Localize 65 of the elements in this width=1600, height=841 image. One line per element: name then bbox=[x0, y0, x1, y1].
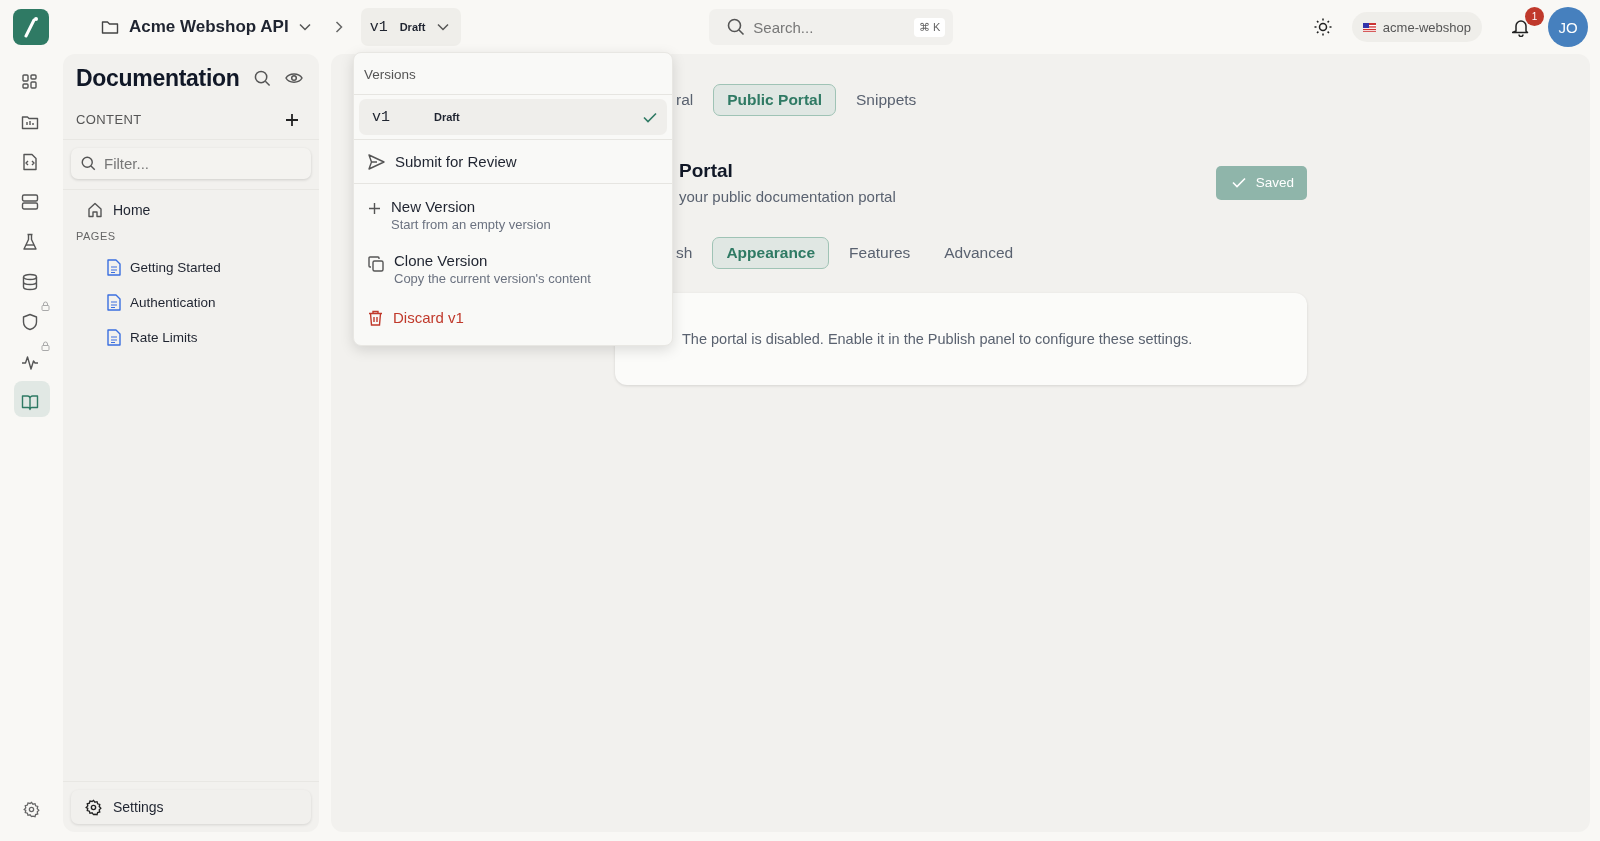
version-option[interactable]: v1 Draft bbox=[359, 99, 667, 135]
page-subtitle: your public documentation portal bbox=[679, 188, 896, 205]
search-icon bbox=[81, 156, 96, 171]
copy-icon bbox=[368, 256, 384, 272]
activity-icon bbox=[20, 353, 39, 371]
app-logo[interactable] bbox=[13, 9, 49, 45]
document-icon bbox=[107, 294, 121, 311]
chevron-down-icon bbox=[298, 23, 311, 31]
page-link[interactable]: Getting Started bbox=[63, 250, 319, 285]
code-file-icon bbox=[20, 153, 39, 171]
tab[interactable]: Public Portal bbox=[713, 84, 836, 116]
shield-icon bbox=[20, 313, 39, 331]
flask-icon bbox=[20, 233, 39, 251]
sun-icon[interactable] bbox=[1313, 18, 1332, 36]
document-icon bbox=[107, 329, 121, 346]
check-icon bbox=[1231, 177, 1246, 188]
version-selector[interactable]: v1 Draft bbox=[360, 8, 462, 46]
nav-rail-item[interactable] bbox=[13, 381, 50, 417]
settings-icon bbox=[85, 798, 102, 816]
tab[interactable]: Advanced bbox=[930, 237, 1028, 269]
send-icon bbox=[368, 153, 385, 170]
settings-button[interactable]: Settings bbox=[71, 790, 311, 824]
user-avatar[interactable]: JO bbox=[1548, 7, 1588, 47]
search-icon bbox=[727, 18, 746, 36]
book-icon bbox=[20, 393, 39, 411]
sidebar-title: Documentation bbox=[76, 64, 240, 92]
shortcut-hint: ⌘ K bbox=[913, 18, 946, 37]
folder-icon bbox=[101, 19, 119, 35]
tab[interactable]: Snippets bbox=[842, 84, 931, 116]
flag-icon bbox=[1362, 22, 1376, 32]
eye-icon[interactable] bbox=[284, 71, 303, 85]
tab[interactable]: Features bbox=[835, 237, 925, 269]
menu-item[interactable]: New Version Start from an empty version bbox=[354, 188, 672, 242]
dashboard-icon bbox=[20, 73, 39, 91]
settings-icon[interactable] bbox=[23, 801, 40, 818]
tab[interactable]: sh bbox=[675, 237, 707, 269]
check-icon bbox=[643, 111, 657, 123]
chevron-right-icon bbox=[334, 21, 343, 33]
house-icon bbox=[87, 202, 103, 218]
home-link[interactable]: Home bbox=[63, 194, 319, 226]
notice-text: The portal is disabled. Enable it in the Publish panel to configure these settings. bbox=[682, 331, 1193, 347]
document-icon bbox=[107, 259, 121, 276]
trash-icon bbox=[368, 309, 383, 326]
tab[interactable]: Appearance bbox=[712, 237, 830, 269]
notification-badge: 1 bbox=[1525, 6, 1544, 26]
section-label: CONTENT bbox=[76, 112, 142, 127]
filter-field[interactable]: Filter... bbox=[71, 148, 311, 179]
tab[interactable]: ral bbox=[675, 84, 708, 116]
plus-icon bbox=[368, 202, 381, 215]
plus-icon[interactable] bbox=[285, 112, 299, 127]
section-label: PAGES bbox=[75, 229, 117, 244]
menu-header: Versions bbox=[354, 53, 672, 95]
server-icon bbox=[20, 193, 39, 211]
page-title: Portal bbox=[679, 160, 734, 182]
menu-item[interactable]: Clone Version Copy the current version's content bbox=[354, 242, 672, 296]
folder-chart-icon bbox=[20, 113, 39, 131]
database-icon bbox=[20, 273, 39, 291]
menu-item[interactable]: Discard v1 bbox=[354, 296, 672, 339]
page-link[interactable]: Rate Limits bbox=[63, 320, 319, 355]
page-link[interactable]: Authentication bbox=[63, 285, 319, 320]
bell-icon[interactable] bbox=[1512, 17, 1530, 37]
workspace-selector[interactable]: acme-webshop bbox=[1351, 12, 1482, 42]
project-selector[interactable]: Acme Webshop API bbox=[95, 11, 317, 43]
search-icon[interactable] bbox=[253, 69, 271, 87]
chevron-down-icon bbox=[437, 23, 450, 31]
